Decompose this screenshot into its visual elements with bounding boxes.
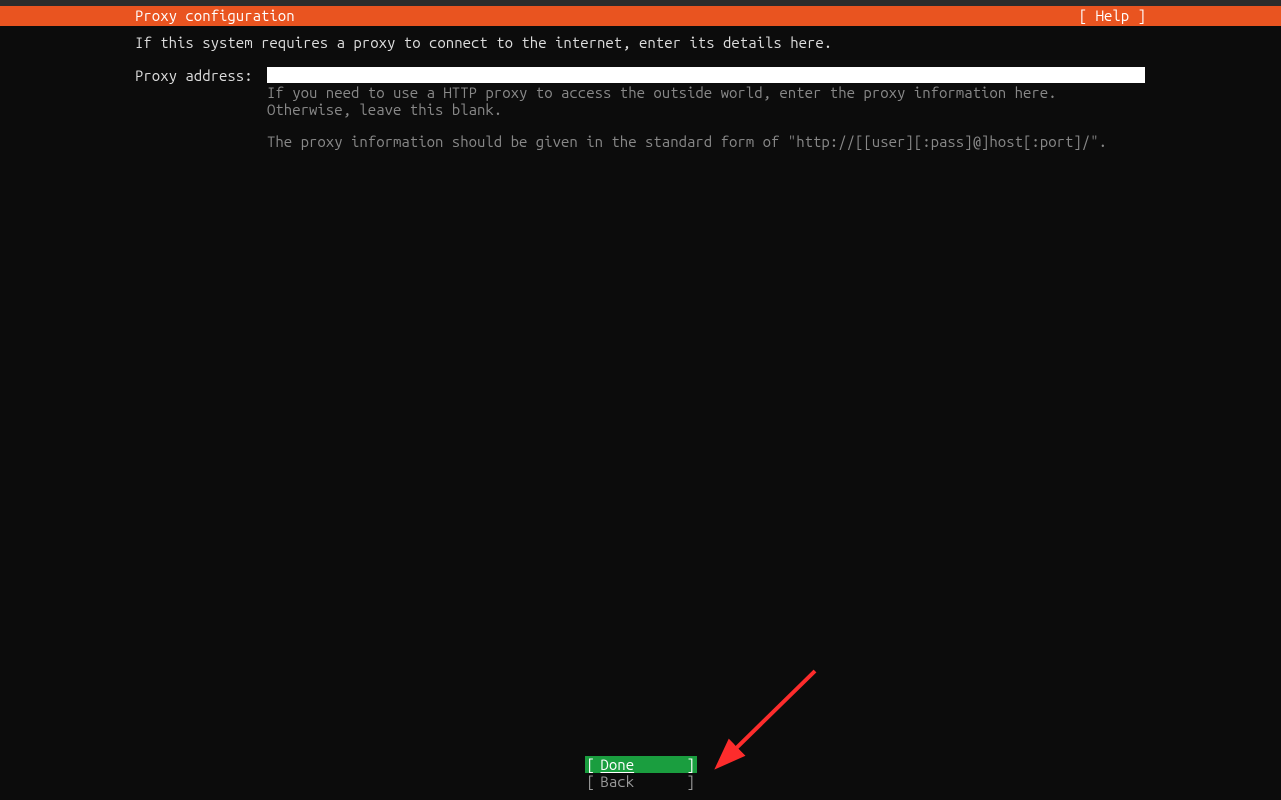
bracket-right-icon: ] [687,756,697,773]
bracket-left-icon: [ [585,773,595,790]
header-bar: Proxy configuration [ Help ] [0,6,1281,26]
proxy-input-column: If you need to use a HTTP proxy to acces… [267,67,1145,118]
done-button-label: Done [595,756,635,773]
back-button[interactable]: [ Back ] [585,773,697,790]
proxy-row: Proxy address: If you need to use a HTTP… [0,67,1281,118]
bracket-right-icon: ] [687,773,697,790]
back-button-label: Back [595,773,635,790]
proxy-help-text-1: If you need to use a HTTP proxy to acces… [267,85,1145,118]
help-button[interactable]: [ Help ] [1079,6,1281,26]
proxy-label: Proxy address: [135,67,267,84]
content-area: If this system requires a proxy to conne… [0,26,1281,151]
intro-text: If this system requires a proxy to conne… [0,34,1281,51]
page-title: Proxy configuration [0,6,295,26]
footer-buttons: [ Done ] [ Back ] [0,756,1281,790]
proxy-address-input[interactable] [267,67,1145,83]
done-button[interactable]: [ Done ] [585,756,697,773]
installer-window: Proxy configuration [ Help ] If this sys… [0,0,1281,800]
proxy-help-text-2: The proxy information should be given in… [0,134,1145,151]
bracket-left-icon: [ [585,756,595,773]
